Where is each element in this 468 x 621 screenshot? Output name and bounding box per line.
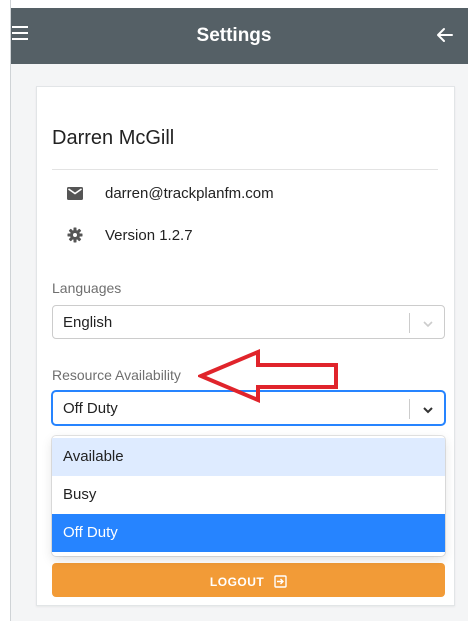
app-bar: Settings (0, 8, 468, 64)
settings-card: Darren McGill darren@trackplanfm.com Ver… (36, 86, 455, 606)
option-available[interactable]: Available (52, 438, 445, 476)
logout-button[interactable]: LOGOUT (52, 563, 445, 597)
annotation-arrow (198, 348, 338, 404)
left-edge (0, 0, 11, 621)
availability-dropdown-menu: Available Busy Off Duty (52, 436, 445, 556)
logout-label: LOGOUT (209, 575, 265, 589)
availability-label: Resource Availability (52, 367, 181, 383)
chevron-down-icon[interactable] (422, 403, 434, 415)
page-title: Settings (196, 25, 272, 46)
availability-value: Off Duty (63, 400, 118, 417)
window-top-strip (0, 0, 468, 8)
version-text: Version 1.2.7 (105, 226, 193, 244)
option-off-duty[interactable]: Off Duty (52, 514, 445, 552)
settings-page: Darren McGill darren@trackplanfm.com Ver… (11, 64, 468, 621)
logout-icon (274, 575, 287, 588)
select-separator (409, 399, 410, 419)
languages-label: Languages (52, 280, 122, 296)
version-row: Version 1.2.7 (67, 223, 193, 247)
divider (52, 169, 438, 170)
languages-select[interactable]: English (52, 305, 445, 339)
select-separator (409, 313, 410, 333)
arrow-left-icon[interactable] (434, 23, 456, 47)
email-row: darren@trackplanfm.com (67, 181, 274, 205)
languages-value: English (63, 314, 113, 331)
chevron-down-icon[interactable] (422, 317, 434, 329)
email-icon (67, 185, 83, 201)
option-busy[interactable]: Busy (52, 476, 445, 514)
user-name: Darren McGill (52, 127, 175, 149)
gear-icon (67, 227, 83, 243)
email-text: darren@trackplanfm.com (105, 184, 274, 202)
